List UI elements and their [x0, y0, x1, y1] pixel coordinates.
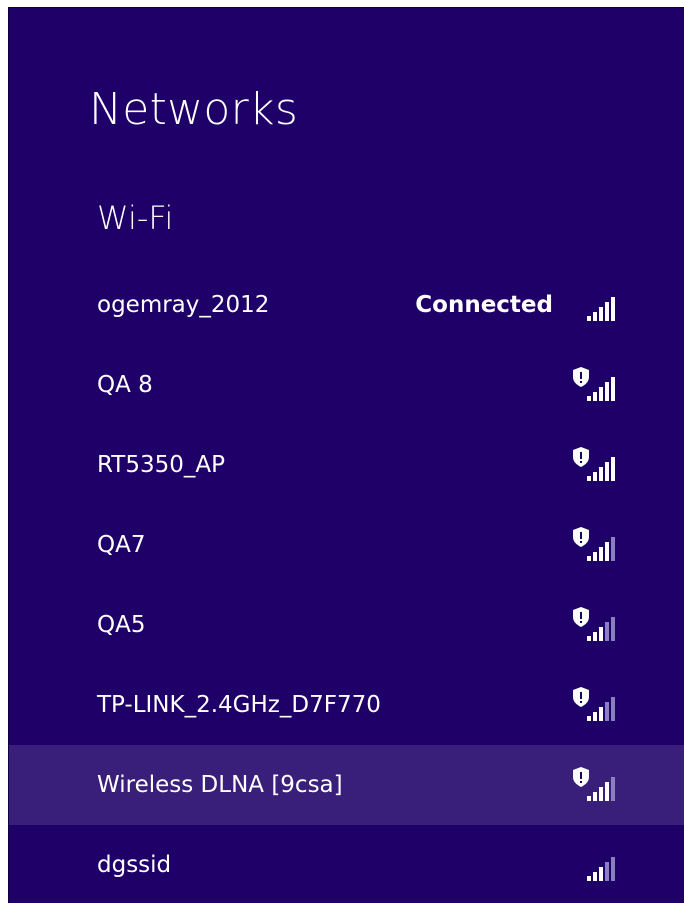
wifi-section-title: Wi-Fi: [97, 199, 174, 237]
wifi-signal-shield-icon: [569, 765, 621, 805]
wifi-signal-shield-icon: [569, 525, 621, 565]
signal-bar: [599, 387, 603, 401]
networks-panel: Networks Wi-Fi ogemray_2012 Connected QA…: [8, 7, 684, 903]
wifi-signal-shield-icon: [569, 445, 621, 485]
signal-bar: [599, 627, 603, 641]
shield-icon: [573, 367, 589, 387]
signal-bar: [593, 792, 597, 801]
signal-bar: [587, 316, 591, 321]
shield-icon: [573, 447, 589, 467]
signal-bar: [611, 377, 615, 401]
network-item[interactable]: QA7: [9, 505, 684, 585]
wifi-signal-icon: [569, 845, 621, 885]
network-status: Connected: [415, 292, 553, 318]
panel-title: Networks: [89, 84, 299, 135]
signal-bar: [605, 622, 609, 641]
shield-icon: [573, 767, 589, 787]
signal-bar: [599, 787, 603, 801]
shield-icon: [573, 687, 589, 707]
shield-icon: [573, 527, 589, 547]
network-item[interactable]: RT5350_AP: [9, 425, 684, 505]
network-name: ogemray_2012: [97, 292, 270, 318]
signal-bar: [593, 552, 597, 561]
signal-bar: [599, 467, 603, 481]
network-item[interactable]: TP-LINK_2.4GHz_D7F770: [9, 665, 684, 745]
signal-bar: [593, 472, 597, 481]
network-name: QA7: [97, 532, 146, 558]
signal-bar: [587, 556, 591, 561]
signal-bar: [605, 542, 609, 561]
signal-bar: [593, 712, 597, 721]
signal-bar: [587, 796, 591, 801]
wifi-signal-shield-icon: [569, 685, 621, 725]
signal-bar: [611, 537, 615, 561]
signal-bar: [611, 697, 615, 721]
signal-bar: [611, 617, 615, 641]
network-name: QA5: [97, 612, 146, 638]
signal-bar: [593, 312, 597, 321]
signal-bar: [593, 392, 597, 401]
network-item[interactable]: ogemray_2012 Connected: [9, 265, 684, 345]
signal-bar: [605, 702, 609, 721]
signal-bar: [599, 307, 603, 321]
signal-bar: [587, 636, 591, 641]
wifi-signal-icon: [569, 285, 621, 325]
network-name: dgssid: [97, 852, 172, 878]
signal-bar: [587, 876, 591, 881]
signal-bar: [605, 462, 609, 481]
network-name: Wireless DLNA [9csa]: [97, 772, 343, 798]
signal-bar: [587, 476, 591, 481]
signal-bar: [587, 396, 591, 401]
network-list: ogemray_2012 Connected QA 8 RT5350_AP QA…: [9, 265, 684, 905]
network-name: RT5350_AP: [97, 452, 225, 478]
signal-bar: [593, 872, 597, 881]
shield-icon: [573, 607, 589, 627]
signal-bar: [605, 782, 609, 801]
signal-bar: [605, 302, 609, 321]
signal-bar: [605, 862, 609, 881]
wifi-signal-shield-icon: [569, 605, 621, 645]
network-item[interactable]: QA5: [9, 585, 684, 665]
network-item[interactable]: dgssid: [9, 825, 684, 905]
signal-bar: [611, 297, 615, 321]
signal-bar: [587, 716, 591, 721]
signal-bar: [611, 457, 615, 481]
network-name: QA 8: [97, 372, 153, 398]
network-item[interactable]: QA 8: [9, 345, 684, 425]
network-name: TP-LINK_2.4GHz_D7F770: [97, 692, 381, 718]
signal-bar: [599, 547, 603, 561]
signal-bar: [599, 867, 603, 881]
signal-bar: [599, 707, 603, 721]
signal-bar: [611, 777, 615, 801]
signal-bar: [605, 382, 609, 401]
network-item-selected[interactable]: Wireless DLNA [9csa]: [9, 745, 684, 825]
signal-bar: [611, 857, 615, 881]
wifi-signal-shield-icon: [569, 365, 621, 405]
signal-bar: [593, 632, 597, 641]
